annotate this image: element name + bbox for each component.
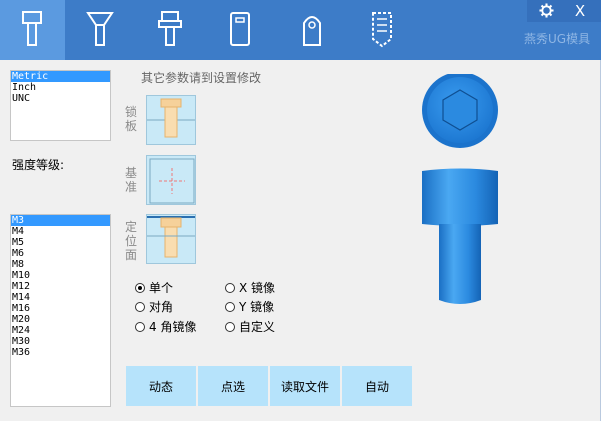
radio-dot [225, 282, 235, 293]
dynamic-button[interactable]: 动态 [126, 366, 196, 406]
mode-label-datum: 基准 [124, 166, 137, 194]
pin-icon [303, 16, 321, 46]
brand-label: 燕秀UG模具 [524, 32, 591, 46]
plate-icon [230, 12, 250, 46]
gear-icon[interactable] [535, 2, 557, 22]
top-toolbar: X 燕秀UG模具 [0, 0, 601, 60]
unit-system-list[interactable]: Metric Inch UNC [10, 70, 111, 141]
list-item[interactable]: M30 [11, 336, 110, 347]
list-item[interactable]: Inch [11, 82, 110, 93]
radio-dot [135, 301, 145, 312]
lock-plate-icon[interactable] [146, 95, 196, 145]
datum-icon[interactable] [146, 155, 196, 205]
screw-3d-preview [422, 74, 498, 304]
list-item[interactable]: M14 [11, 292, 110, 303]
mode-label-locating-face: 定位面 [124, 220, 137, 262]
tab-pin-part[interactable] [292, 6, 332, 52]
read-file-button[interactable]: 读取文件 [270, 366, 340, 406]
list-item[interactable]: M10 [11, 270, 110, 281]
list-item[interactable]: M4 [11, 226, 110, 237]
list-item[interactable]: M16 [11, 303, 110, 314]
auto-button[interactable]: 自动 [342, 366, 412, 406]
radio-custom[interactable]: 自定义 [225, 318, 275, 335]
window-controls: X [527, 0, 601, 22]
radio-dot [135, 282, 145, 293]
list-item[interactable]: M12 [11, 281, 110, 292]
threaded-hole-icon [372, 12, 392, 48]
list-item[interactable]: M8 [11, 259, 110, 270]
radio-dot [225, 301, 235, 312]
list-item[interactable]: M24 [11, 325, 110, 336]
list-item[interactable]: M3 [11, 215, 110, 226]
tab-plate-part[interactable] [220, 6, 260, 52]
strength-label: 强度等级: [12, 158, 65, 172]
tab-hex-bolt[interactable] [150, 6, 190, 52]
mode-label-lock-plate: 锁板 [124, 105, 137, 133]
hex-bolt-icon [158, 11, 182, 46]
list-item[interactable]: M36 [11, 347, 110, 358]
tab-socket-head-screw[interactable] [12, 6, 52, 52]
socket-screw-icon [22, 11, 42, 46]
list-item[interactable]: Metric [11, 71, 110, 82]
radio-x-mirror[interactable]: X 镜像 [225, 279, 275, 296]
list-item[interactable]: UNC [11, 93, 110, 104]
pick-point-button[interactable]: 点选 [198, 366, 268, 406]
list-item[interactable]: M5 [11, 237, 110, 248]
countersunk-screw-icon [86, 12, 114, 46]
tab-countersunk-screw[interactable] [80, 6, 120, 52]
radio-diagonal[interactable]: 对角 [135, 298, 173, 315]
list-item[interactable]: M6 [11, 248, 110, 259]
radio-single[interactable]: 单个 [135, 279, 173, 296]
radio-dot [135, 321, 145, 332]
locating-face-icon[interactable] [146, 214, 196, 264]
size-list[interactable]: M3 M4 M5 M6 M8 M10 M12 M14 M16 M20 M24 M30 M36 [10, 214, 111, 407]
tab-threaded-hole[interactable] [362, 6, 402, 52]
radio-dot [225, 321, 235, 332]
list-item[interactable]: M20 [11, 314, 110, 325]
radio-four-corner-mirror[interactable]: 4 角镜像 [135, 318, 196, 335]
close-button[interactable]: X [569, 2, 591, 20]
settings-hint: 其它参数请到设置修改 [141, 71, 262, 85]
radio-y-mirror[interactable]: Y 镜像 [225, 298, 274, 315]
